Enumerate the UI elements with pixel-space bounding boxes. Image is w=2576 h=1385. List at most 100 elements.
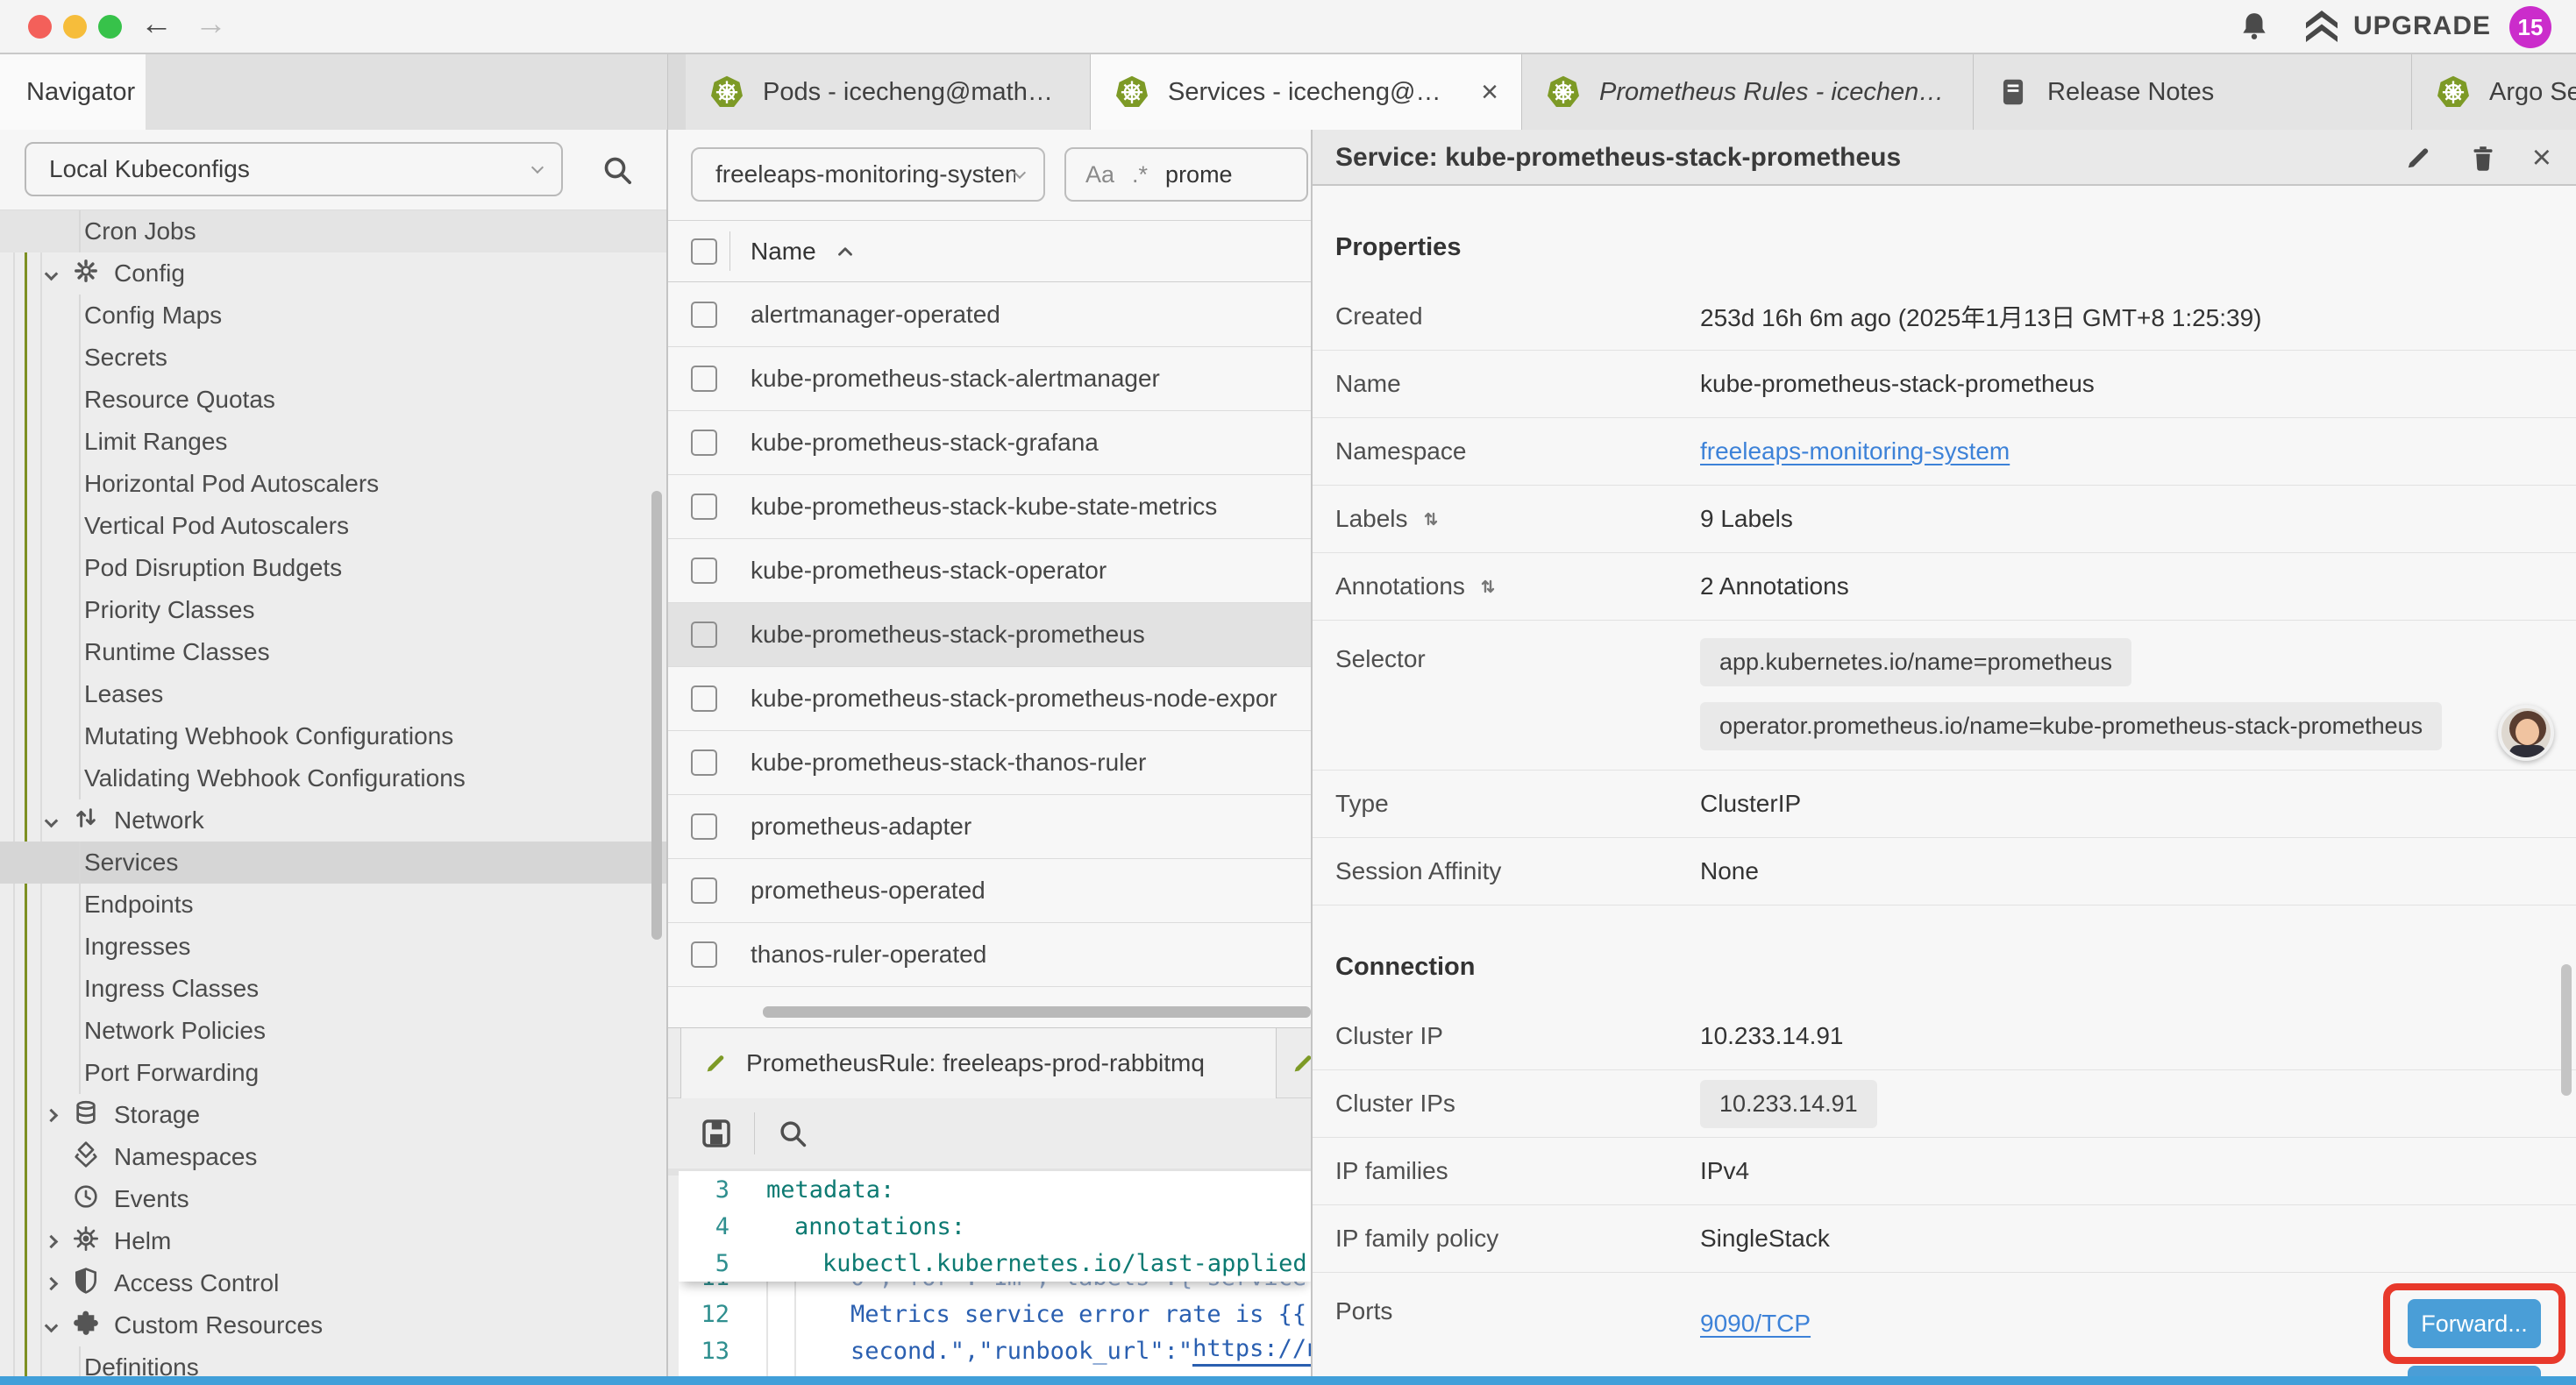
chevron-down-icon[interactable]	[44, 269, 58, 279]
sidebar-item-limit-ranges[interactable]: Limit Ranges	[0, 421, 666, 463]
edit-pencil-icon[interactable]	[2402, 142, 2434, 174]
name-column-header[interactable]: Name	[751, 221, 857, 282]
sidebar-item-cron-jobs[interactable]: Cron Jobs	[0, 210, 666, 252]
tab-services[interactable]: Services - icecheng@math…×	[1091, 54, 1522, 130]
search-icon[interactable]	[600, 153, 635, 188]
sidebar-item-leases[interactable]: Leases	[0, 673, 666, 715]
kubernetes-icon	[708, 74, 745, 110]
table-row[interactable]: kube-prometheus-stack-prometheus-node-ex…	[668, 667, 1311, 731]
search-icon[interactable]	[776, 1117, 809, 1150]
chevron-right-icon[interactable]	[44, 1237, 58, 1246]
select-all-checkbox[interactable]	[691, 238, 717, 265]
user-avatar[interactable]	[2498, 705, 2554, 761]
row-checkbox[interactable]	[691, 685, 717, 712]
sidebar-item-config[interactable]: Config	[0, 252, 666, 295]
regex-toggle[interactable]: .*	[1132, 161, 1148, 188]
sidebar-item-port-forwarding[interactable]: Port Forwarding	[0, 1052, 666, 1094]
window-close-button[interactable]	[28, 15, 52, 39]
yaml-editor[interactable]: 110","for":"1m","labels":{"service":"12M…	[679, 1171, 1311, 1385]
tab-label: Pods - icecheng@mathmas…	[763, 78, 1067, 107]
table-row[interactable]: thanos-ruler-operated	[668, 923, 1311, 987]
dock-tab-prometheusrule[interactable]: PrometheusRule: freeleaps-prod-rabbitmq	[680, 1028, 1277, 1098]
kubeconfig-select[interactable]: Local Kubeconfigs	[25, 142, 563, 196]
table-row[interactable]: prometheus-adapter	[668, 795, 1311, 859]
sidebar-item-network[interactable]: Network	[0, 799, 666, 842]
sidebar-item-endpoints[interactable]: Endpoints	[0, 884, 666, 926]
table-row[interactable]: kube-prometheus-stack-operator	[668, 539, 1311, 603]
back-arrow-icon[interactable]: ←	[140, 5, 173, 42]
sidebar-item-runtime-classes[interactable]: Runtime Classes	[0, 631, 666, 673]
sidebar-item-config-maps[interactable]: Config Maps	[0, 295, 666, 337]
save-button[interactable]	[698, 1115, 735, 1152]
sidebar-item-pod-disruption-budgets[interactable]: Pod Disruption Budgets	[0, 547, 666, 589]
table-row[interactable]: kube-prometheus-stack-grafana	[668, 411, 1311, 475]
sidebar-item-horizontal-pod-autoscalers[interactable]: Horizontal Pod Autoscalers	[0, 463, 666, 505]
table-row[interactable]: prometheus-operated	[668, 859, 1311, 923]
sidebar-item-access-control[interactable]: Access Control	[0, 1262, 666, 1304]
sidebar-item-vertical-pod-autoscalers[interactable]: Vertical Pod Autoscalers	[0, 505, 666, 547]
tab-pods[interactable]: Pods - icecheng@mathmas…	[686, 54, 1091, 130]
table-row[interactable]: kube-prometheus-stack-kube-state-metrics	[668, 475, 1311, 539]
sidebar-item-events[interactable]: Events	[0, 1178, 666, 1220]
tab-release-notes[interactable]: Release Notes	[1974, 54, 2412, 130]
row-checkbox[interactable]	[691, 749, 717, 776]
row-checkbox[interactable]	[691, 877, 717, 904]
row-checkbox[interactable]	[691, 430, 717, 456]
sidebar-item-helm[interactable]: Helm	[0, 1220, 666, 1262]
chevron-right-icon[interactable]	[44, 1279, 58, 1289]
chevron-down-icon[interactable]	[44, 816, 58, 826]
chevron-right-icon[interactable]	[44, 1111, 58, 1120]
sidebar-item-network-policies[interactable]: Network Policies	[0, 1010, 666, 1052]
sidebar-item-secrets[interactable]: Secrets	[0, 337, 666, 379]
trash-icon[interactable]	[2467, 142, 2499, 174]
table-horizontal-scrollbar[interactable]	[763, 1006, 1311, 1018]
row-checkbox[interactable]	[691, 302, 717, 328]
table-row[interactable]: alertmanager-operated	[668, 283, 1311, 347]
row-checkbox[interactable]	[691, 621, 717, 648]
forward-button[interactable]: Forward...	[2408, 1299, 2541, 1348]
editor-text: second.","runbook_url":"	[850, 1338, 1192, 1365]
sidebar-item-storage[interactable]: Storage	[0, 1094, 666, 1136]
sidebar-item-resource-quotas[interactable]: Resource Quotas	[0, 379, 666, 421]
sidebar-item-namespaces[interactable]: Namespaces	[0, 1136, 666, 1178]
row-checkbox[interactable]	[691, 941, 717, 968]
notifications-badge[interactable]: 15	[2509, 6, 2551, 48]
dock-tab-partial[interactable]	[1277, 1028, 1311, 1098]
namespace-link[interactable]: freeleaps-monitoring-system	[1700, 437, 2010, 465]
forward-arrow-icon[interactable]: →	[195, 5, 227, 42]
sidebar-item-mutating-webhook-configurations[interactable]: Mutating Webhook Configurations	[0, 715, 666, 757]
close-icon[interactable]: ×	[2532, 141, 2551, 174]
properties-rows: Created253d 16h 6m ago (2025年1月13日 GMT+8…	[1313, 283, 2576, 906]
detail-scrollbar[interactable]	[2561, 964, 2572, 1096]
sidebar-item-validating-webhook-configurations[interactable]: Validating Webhook Configurations	[0, 757, 666, 799]
match-case-toggle[interactable]: Aa	[1085, 161, 1114, 188]
table-row[interactable]: kube-prometheus-stack-prometheus	[668, 603, 1311, 667]
sidebar-item-priority-classes[interactable]: Priority Classes	[0, 589, 666, 631]
tab-navigator[interactable]: Navigator	[0, 54, 146, 130]
window-maximize-button[interactable]	[98, 15, 122, 39]
row-checkbox[interactable]	[691, 813, 717, 840]
chevron-down-icon[interactable]	[44, 1321, 58, 1331]
window-minimize-button[interactable]	[63, 15, 87, 39]
list-search-input[interactable]: Aa .* prome	[1064, 147, 1308, 202]
sidebar-item-services[interactable]: Services	[0, 842, 666, 884]
table-row[interactable]: kube-prometheus-stack-thanos-ruler	[668, 731, 1311, 795]
close-tab-icon[interactable]: ×	[1481, 75, 1498, 110]
tab-prometheus-rules[interactable]: Prometheus Rules - icecheng…	[1522, 54, 1974, 130]
editor-link[interactable]: https://net	[1192, 1335, 1311, 1367]
sidebar-item-ingresses[interactable]: Ingresses	[0, 926, 666, 968]
sidebar-item-label: Secrets	[84, 344, 167, 372]
bell-icon[interactable]	[2238, 11, 2271, 44]
row-checkbox[interactable]	[691, 494, 717, 520]
row-checkbox[interactable]	[691, 558, 717, 584]
sidebar-scrollbar[interactable]	[651, 491, 662, 940]
namespace-select[interactable]: freeleaps-monitoring-system	[691, 147, 1045, 202]
row-checkbox[interactable]	[691, 366, 717, 392]
table-row[interactable]: kube-prometheus-stack-alertmanager	[668, 347, 1311, 411]
sidebar-item-ingress-classes[interactable]: Ingress Classes	[0, 968, 666, 1010]
tab-argo-se[interactable]: Argo Se	[2412, 54, 2576, 130]
navigator-tab-area: Navigator	[0, 54, 668, 130]
sidebar-item-custom-resources[interactable]: Custom Resources	[0, 1304, 666, 1346]
upgrade-button[interactable]: UPGRADE	[2304, 11, 2491, 42]
port-link[interactable]: 9090/TCP	[1700, 1310, 1811, 1338]
